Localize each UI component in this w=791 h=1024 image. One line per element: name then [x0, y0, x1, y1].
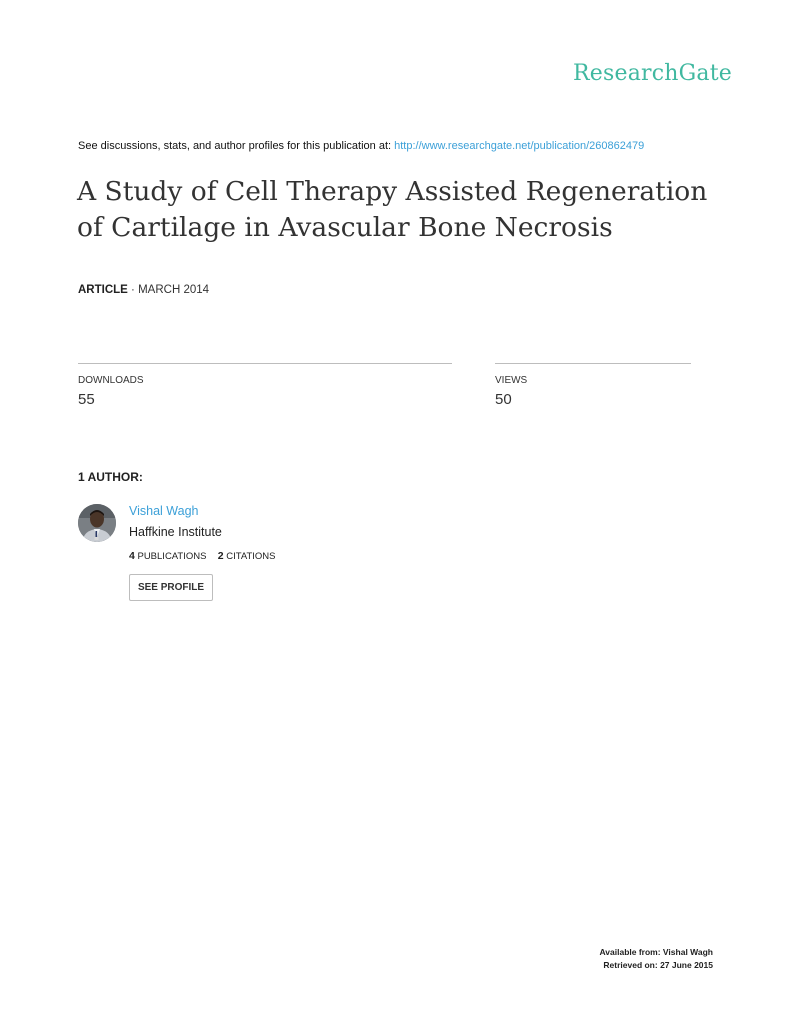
publications-count: 4	[129, 550, 135, 562]
authors-heading: 1 AUTHOR:	[78, 470, 143, 484]
citations-count: 2	[217, 550, 224, 562]
discussion-prefix: See discussions, stats, and author profi…	[78, 140, 392, 152]
views-divider	[495, 363, 691, 364]
article-title: A Study of Cell Therapy Assisted Regener…	[77, 176, 708, 243]
avatar-photo	[78, 504, 116, 542]
retrieved-on: Retrieved on: 27 June 2015	[603, 960, 713, 970]
article-type: ARTICLE	[78, 284, 128, 296]
citations-label: CITATIONS	[226, 551, 276, 562]
meta-separator: ·	[131, 284, 135, 296]
downloads-value: 55	[78, 391, 95, 408]
publication-link[interactable]: http://www.researchgate.net/publication/…	[394, 140, 644, 152]
article-meta: ARTICLE · MARCH 2014	[78, 284, 209, 296]
downloads-label: DOWNLOADS	[78, 375, 144, 386]
avatar[interactable]	[78, 504, 116, 542]
views-value: 50	[495, 391, 512, 408]
downloads-divider	[78, 363, 452, 364]
author-stats: 4 PUBLICATIONS 2 CITATIONS	[129, 550, 276, 562]
discussion-line: See discussions, stats, and author profi…	[78, 140, 644, 152]
author-institution: Haffkine Institute	[129, 525, 222, 539]
available-from: Available from: Vishal Wagh	[599, 947, 713, 957]
article-date: MARCH 2014	[138, 284, 210, 296]
publications-label: PUBLICATIONS	[137, 551, 207, 562]
researchgate-logo: ResearchGate	[573, 61, 732, 86]
views-label: VIEWS	[495, 375, 528, 386]
see-profile-button[interactable]: SEE PROFILE	[129, 574, 213, 601]
author-name-link[interactable]: Vishal Wagh	[129, 504, 198, 518]
